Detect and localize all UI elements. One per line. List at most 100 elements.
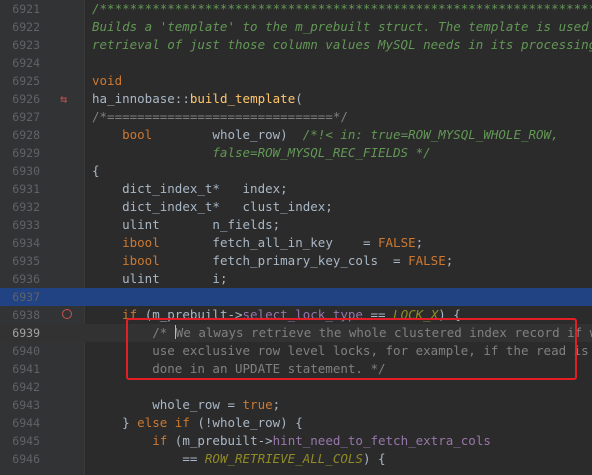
separator-comment: /*==============================*/: [92, 109, 348, 124]
if-keyword: if: [122, 307, 138, 322]
line-number: 6930: [12, 164, 40, 178]
doc-comment: Builds a 'template' to the m_prebuilt st…: [92, 19, 589, 34]
line-number: 6933: [12, 218, 40, 232]
code-line[interactable]: 6944 } else if (!whole_row) {: [0, 414, 592, 432]
line-number: 6922: [12, 20, 40, 34]
override-arrow-icon[interactable]: ⇆: [60, 92, 74, 106]
else-if-keyword: else if: [137, 415, 190, 430]
code-line[interactable]: 6938 if (m_prebuilt->select_lock_type ==…: [0, 306, 592, 324]
code-line[interactable]: 6927 /*==============================*/: [0, 108, 592, 126]
code-editor[interactable]: 6921 /**********************************…: [0, 0, 592, 475]
var-type: ibool: [122, 253, 160, 268]
line-number: 6925: [12, 74, 40, 88]
constant-value: FALSE: [378, 235, 416, 250]
if-keyword: if: [152, 433, 168, 448]
var-decl: n_fields;: [159, 217, 281, 232]
line-number: 6928: [12, 128, 40, 142]
selected-line[interactable]: 6937: [0, 288, 592, 306]
var-decl: clust_index;: [219, 199, 333, 214]
code-line[interactable]: 6925 void: [0, 72, 592, 90]
expr-end: ) {: [362, 451, 386, 466]
doc-comment: /***************************************…: [92, 1, 592, 16]
macro-name: ROW_RETRIEVE_ALL_COLS: [204, 451, 363, 466]
code-line[interactable]: 6923 retrieval of just those column valu…: [0, 36, 592, 54]
function-name: build_template: [189, 91, 296, 106]
line-number: 6944: [12, 416, 40, 430]
class-name: ha_innobase: [92, 91, 175, 106]
code-line[interactable]: 6921 /**********************************…: [0, 0, 592, 18]
param-doc-comment: /*!< in: true=ROW_MYSQL_WHOLE_ROW,: [287, 127, 559, 142]
code-line[interactable]: 6933 ulint n_fields;: [0, 216, 592, 234]
code-line[interactable]: 6929 false=ROW_MYSQL_REC_FIELDS */: [0, 144, 592, 162]
expr: (m_prebuilt->: [137, 307, 243, 322]
param-name: whole_row): [152, 127, 288, 142]
line-number: 6943: [12, 398, 40, 412]
code-line[interactable]: 6936 ulint i;: [0, 270, 592, 288]
scope-separator: ::: [174, 91, 190, 106]
macro-name: LOCK_X: [393, 307, 439, 322]
line-number: 6945: [12, 434, 40, 448]
code-line[interactable]: 6926 ⇆ ha_innobase::build_template(: [0, 90, 592, 108]
code-line[interactable]: 6924: [0, 54, 592, 72]
line-number: 6926: [12, 92, 40, 106]
code-line[interactable]: 6940 use exclusive row level locks, for …: [0, 342, 592, 360]
code-line[interactable]: 6931 dict_index_t* index;: [0, 180, 592, 198]
code-line[interactable]: 6946 == ROW_RETRIEVE_ALL_COLS) {: [0, 450, 592, 468]
param-doc-comment: false=ROW_MYSQL_REC_FIELDS */: [92, 145, 431, 160]
var-decl: fetch_primary_key_cols =: [159, 253, 409, 268]
semicolon: ;: [272, 397, 281, 412]
code-line[interactable]: 6930 {: [0, 162, 592, 180]
line-number: 6934: [12, 236, 40, 250]
open-paren: (: [295, 91, 303, 106]
code-line[interactable]: 6932 dict_index_t* clust_index;: [0, 198, 592, 216]
line-number: 6931: [12, 182, 40, 196]
expr: (!whole_row) {: [189, 415, 303, 430]
breakpoint-icon[interactable]: [62, 309, 72, 319]
var-decl: index;: [219, 181, 288, 196]
var-type: ulint: [122, 271, 160, 286]
bool-literal: true: [242, 397, 273, 412]
operator: ==: [362, 307, 394, 322]
field-name: hint_need_to_fetch_extra_cols: [272, 433, 491, 448]
code-line[interactable]: 6941 done in an UPDATE statement. */: [0, 360, 592, 378]
line-number: 6929: [12, 146, 40, 160]
code-line[interactable]: 6935 ibool fetch_primary_key_cols = FALS…: [0, 252, 592, 270]
line-number: 6927: [12, 110, 40, 124]
open-brace: {: [92, 163, 100, 178]
code-line[interactable]: 6928 bool whole_row) /*!< in: true=ROW_M…: [0, 126, 592, 144]
var-type: ibool: [122, 235, 160, 250]
code-line[interactable]: 6945 if (m_prebuilt->hint_need_to_fetch_…: [0, 432, 592, 450]
comment-text: We always retrieve the whole clustered i…: [175, 325, 592, 340]
expr: (m_prebuilt->: [167, 433, 273, 448]
line-number: 6940: [12, 344, 40, 358]
code-line[interactable]: 6943 whole_row = true;: [0, 396, 592, 414]
line-number: 6942: [12, 380, 40, 394]
close-brace: }: [122, 415, 138, 430]
code-line[interactable]: 6934 ibool fetch_all_in_key = FALSE;: [0, 234, 592, 252]
expr-end: ) {: [438, 307, 461, 322]
doc-comment: retrieval of just those column values My…: [92, 37, 592, 52]
line-number: 6936: [12, 272, 40, 286]
line-number: 6923: [12, 38, 40, 52]
code-line[interactable]: 6942: [0, 378, 592, 396]
comment-start: /*: [152, 325, 175, 340]
var-type: ulint: [122, 217, 160, 232]
comment-text: done in an UPDATE statement. */: [152, 361, 386, 376]
line-number: 6946: [12, 452, 40, 466]
var-decl: i;: [159, 271, 228, 286]
code-line[interactable]: 6922 Builds a 'template' to the m_prebui…: [0, 18, 592, 36]
param-type: bool: [122, 127, 153, 142]
current-line[interactable]: 6939 /* We always retrieve the whole clu…: [0, 324, 592, 342]
return-type: void: [92, 73, 123, 88]
line-number: 6937: [12, 290, 40, 304]
line-number: 6932: [12, 200, 40, 214]
var-decl: fetch_all_in_key =: [159, 235, 378, 250]
comment-text: use exclusive row level locks, for examp…: [152, 343, 589, 358]
operator: ==: [182, 451, 205, 466]
var-type: dict_index_t*: [122, 199, 220, 214]
line-number: 6924: [12, 56, 40, 70]
assignment: whole_row =: [152, 397, 243, 412]
var-type: dict_index_t*: [122, 181, 220, 196]
line-number: 6941: [12, 362, 40, 376]
constant-value: FALSE: [408, 253, 446, 268]
